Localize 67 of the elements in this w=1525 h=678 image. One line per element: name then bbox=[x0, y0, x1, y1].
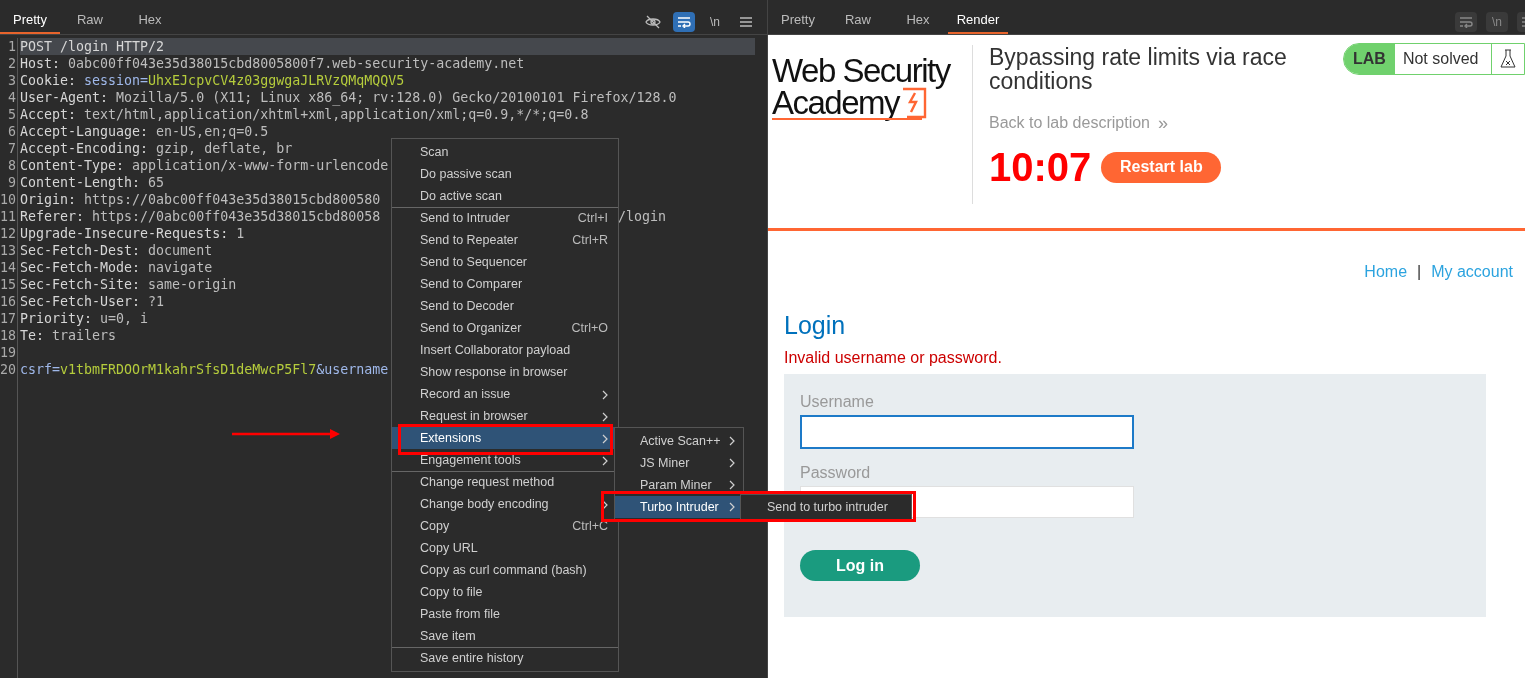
menu-item[interactable]: Send to Comparer bbox=[392, 273, 618, 295]
chevron-icon bbox=[602, 411, 608, 422]
login-heading: Login bbox=[784, 310, 847, 340]
menu-item[interactable]: Active Scan++ bbox=[615, 430, 743, 452]
line-number: 9 bbox=[8, 174, 16, 191]
line-number: 11 bbox=[0, 208, 16, 225]
line-number: 1 bbox=[8, 38, 16, 55]
menu-item[interactable]: Send to Intruder Ctrl+I bbox=[392, 207, 618, 229]
line-number: 14 bbox=[0, 259, 16, 276]
line-number: 4 bbox=[8, 89, 16, 106]
input-field[interactable] bbox=[800, 415, 1134, 449]
double-chevron-icon: » bbox=[1158, 114, 1168, 132]
chevron-icon bbox=[602, 455, 608, 466]
error-message: Invalid username or password. bbox=[784, 348, 1003, 368]
tab[interactable]: Pretty bbox=[0, 9, 60, 34]
tab[interactable]: Raw bbox=[828, 9, 888, 34]
line-number: 8 bbox=[8, 157, 16, 174]
line-number: 12 bbox=[0, 225, 16, 242]
wrap-icon[interactable] bbox=[673, 12, 695, 32]
menu-item[interactable]: Copy to file bbox=[392, 581, 618, 603]
nav-divider: | bbox=[1417, 262, 1422, 282]
lab-label: LAB bbox=[1344, 44, 1395, 74]
flask-icon bbox=[1500, 49, 1516, 69]
tab[interactable]: Hex bbox=[120, 9, 180, 34]
newline-toggle[interactable]: \n bbox=[704, 12, 726, 32]
menu-item[interactable]: JS Miner bbox=[615, 452, 743, 474]
chevron-icon bbox=[729, 436, 735, 446]
chevron-icon bbox=[602, 433, 608, 444]
line-number: 2 bbox=[8, 55, 16, 72]
shortcut-label: Ctrl+I bbox=[577, 210, 608, 228]
menu-item[interactable]: Change body encoding bbox=[392, 493, 618, 515]
logo[interactable]: Web Security Academy bbox=[772, 55, 950, 125]
logo-bolt-icon bbox=[901, 87, 928, 119]
code-text: /login bbox=[618, 208, 667, 225]
tab[interactable]: Pretty bbox=[768, 9, 828, 34]
lab-title: Bypassing rate limits via race conditions bbox=[989, 45, 1288, 93]
menu-item[interactable]: Save item bbox=[392, 625, 618, 647]
menu-item[interactable]: Save entire history bbox=[392, 647, 618, 669]
line-number: 13 bbox=[0, 242, 16, 259]
line-number: 7 bbox=[8, 140, 16, 157]
lab-status: Not solved bbox=[1401, 49, 1480, 69]
field-label: Password bbox=[800, 463, 872, 483]
tab[interactable]: Raw bbox=[60, 9, 120, 34]
menu-item[interactable]: Copy URL bbox=[392, 537, 618, 559]
menu-item[interactable]: Record an issue bbox=[392, 383, 618, 405]
line-number: 18 bbox=[0, 327, 16, 344]
chevron-icon bbox=[602, 389, 608, 400]
menu-item[interactable]: Turbo Intruder bbox=[615, 496, 743, 518]
line-number: 15 bbox=[0, 276, 16, 293]
line-number: 17 bbox=[0, 310, 16, 327]
field-label: Username bbox=[800, 392, 875, 412]
menu-item[interactable]: Paste from file bbox=[392, 603, 618, 625]
line-number: 19 bbox=[0, 344, 16, 361]
line-number: 16 bbox=[0, 293, 16, 310]
chevron-icon bbox=[729, 458, 735, 468]
chevron-icon bbox=[729, 480, 735, 490]
line-number: 3 bbox=[8, 72, 16, 89]
menu-item[interactable]: Copy as curl command (bash) bbox=[392, 559, 618, 581]
countdown-timer: 10:07 bbox=[989, 144, 1092, 191]
line-number: 10 bbox=[0, 191, 16, 208]
line-number: 6 bbox=[8, 123, 16, 140]
line-number: 20 bbox=[0, 361, 16, 378]
chevron-icon bbox=[729, 502, 735, 512]
menu-item[interactable]: Request in browser bbox=[392, 405, 618, 427]
tab[interactable]: Hex bbox=[888, 9, 948, 34]
chevron-icon bbox=[602, 499, 608, 510]
line-number: 5 bbox=[8, 106, 16, 123]
